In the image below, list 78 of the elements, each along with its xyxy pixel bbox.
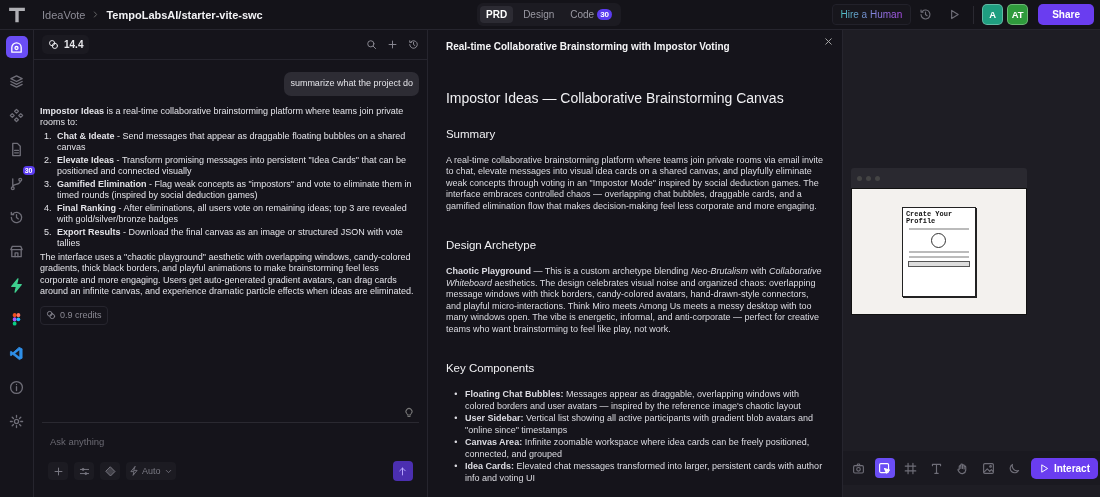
section-paragraph: A real-time collaborative brainstorming platform where teams join private rooms via email invite to chat, elevate messages into visual idea cards on a shared canvas, and playfully eliminate weak concepts through voting in an "Impostor Mode" inspired by social deduction games. The interface embraces controlled chaos — overlapping chat bubbles, draggable cards, and a gamified elimination flow that makes decision-making feel less corporate and more engaging. <box>445 154 824 212</box>
history-icon <box>9 209 24 225</box>
history-icon <box>919 8 933 21</box>
select-icon <box>878 461 892 475</box>
component-item: User Sidebar: Vertical list showing all active participants with gradient blob avatars and "online since" timestamps <box>464 413 815 436</box>
model-button[interactable] <box>100 462 120 480</box>
code-editor-icon <box>9 345 24 361</box>
send-button[interactable] <box>392 461 413 481</box>
bullet: • <box>453 461 459 473</box>
options-button[interactable] <box>74 462 94 480</box>
file-icon <box>9 141 24 157</box>
diamond-icon <box>104 465 116 477</box>
moon-icon <box>1008 461 1022 475</box>
arrow-up-icon <box>397 465 409 477</box>
credits-value: 14.4 <box>64 39 84 50</box>
bullet: • <box>453 389 459 401</box>
view-tab[interactable]: Design <box>517 6 561 23</box>
section-paragraph: Chaotic Playground — This is a custom archetype blending Neo-Brutalism with Collaborative Whiteboard aesthetics. The design celebrates visual noise and organized chaos: overlapping message windows with thick borders, candy-colored avatars, hand-drawn-style connectors, and playful micro-interactions. Think Miro meets Among Us meets a messy desktop with too many windows open. The vibe is energetic, informal, and anti-corporate — perfect for creative teams who want brainstorming to feel like play, not work. <box>445 266 823 335</box>
sliders-icon <box>78 465 90 477</box>
store-icon <box>9 243 24 259</box>
user-avatar[interactable]: AT <box>1007 4 1029 25</box>
reply-text: Impostor Ideas is a real-time collaborative brainstorming platform where teams join private rooms to: <box>40 105 405 129</box>
play-icon <box>948 8 962 21</box>
add-button[interactable] <box>48 462 68 480</box>
reply-list-item: Elevate Ideas - Transform promising messages into persistent "Idea Cards" that can be positioned and connected visually <box>57 154 408 178</box>
canvas-tool[interactable] <box>874 458 895 478</box>
reply-text: The interface uses a "chaotic playground" aesthetic with overlapping windows, candy-colored gradients, thick black borders, and playful animations to make brainstorming feel less corporate and more engaging. Users get auto-generated gradient avatars, can drag cards around an infinite canvas, and experience dramatic particle effects when ideas are eliminated. <box>40 251 415 298</box>
repository-name[interactable]: TempoLabsAI/starter-vite-swc <box>106 8 263 21</box>
info-icon <box>9 379 24 395</box>
robot-icon <box>9 39 24 55</box>
components-icon <box>9 107 24 123</box>
frame-icon <box>904 461 918 475</box>
section-heading: Design Archetype <box>445 238 538 252</box>
user-avatar[interactable]: A <box>982 4 1004 25</box>
list-number: 5. <box>44 226 53 239</box>
list-number: 2. <box>44 154 53 167</box>
view-tab[interactable]: PRD <box>480 6 514 23</box>
camera-icon <box>852 461 866 475</box>
play-icon <box>1038 462 1050 474</box>
sidebar-item[interactable] <box>5 36 28 58</box>
search-icon <box>365 39 377 50</box>
component-item: Idea Cards: Elevated chat messages transformed into larger, persistent cards with author info and voting UI <box>464 461 824 484</box>
component-item: Floating Chat Bubbles: Messages appear as draggable, overlapping windows with colored borders and user avatars — inspired by the reference image's chaotic layout <box>464 389 802 412</box>
credits-label: 0.9 credits <box>60 309 102 321</box>
chat-input[interactable]: Ask anything <box>48 431 413 451</box>
document-title: Real-time Collaborative Brainstorming with Impostor Voting <box>445 41 731 53</box>
view-tab[interactable]: Code 30 <box>564 6 619 23</box>
mode-dropdown[interactable]: Auto <box>126 462 176 480</box>
lightbulb-icon <box>402 405 415 418</box>
reply-list-item: Export Results - Download the final canvas as an image or structured JSON with vote tallies <box>57 226 404 250</box>
layers-icon <box>9 73 24 89</box>
bullet: • <box>453 437 459 449</box>
reply-list-item: Chat & Ideate - Send messages that appear as draggable floating bubbles on a shared canvas <box>57 130 407 154</box>
bolt-icon <box>9 277 24 293</box>
list-number: 3. <box>44 178 53 191</box>
branch-icon <box>9 175 24 191</box>
bullet: • <box>453 413 459 425</box>
plus-icon <box>386 39 398 50</box>
text-icon <box>930 461 944 475</box>
bolt-icon <box>129 466 139 476</box>
project-name[interactable]: IdeaVote <box>42 8 86 21</box>
count-badge: 30 <box>597 9 613 20</box>
logo-icon <box>8 5 26 24</box>
user-message: summarize what the project do <box>284 72 419 96</box>
component-item: Canvas Area: Infinite zoomable workspace where idea cards can be freely positioned, connected, and grouped <box>464 437 811 460</box>
history-icon <box>407 39 419 50</box>
image-icon <box>982 461 996 475</box>
reply-list-item: Final Ranking - After eliminations, all users vote on remaining ideas; top 3 are revealed with gold/silver/bronze badges <box>57 202 408 226</box>
interact-button[interactable]: Interact <box>1030 457 1098 479</box>
reply-list-item: Gamified Elimination - Flag weak concepts as "impostors" and vote to eliminate them in timed rounds (inspired by social deduction games) <box>57 178 413 202</box>
list-number: 4. <box>44 202 53 215</box>
document-heading: Impostor Ideas — Collaborative Brainstorming Canvas <box>445 88 785 107</box>
hire-button[interactable]: Hire a Human <box>831 4 912 25</box>
section-heading: Summary <box>445 126 497 141</box>
share-button[interactable]: Share <box>1038 4 1094 25</box>
list-number: 1. <box>44 130 53 143</box>
section-heading: Key Components <box>445 361 536 375</box>
plus-icon <box>52 465 64 477</box>
